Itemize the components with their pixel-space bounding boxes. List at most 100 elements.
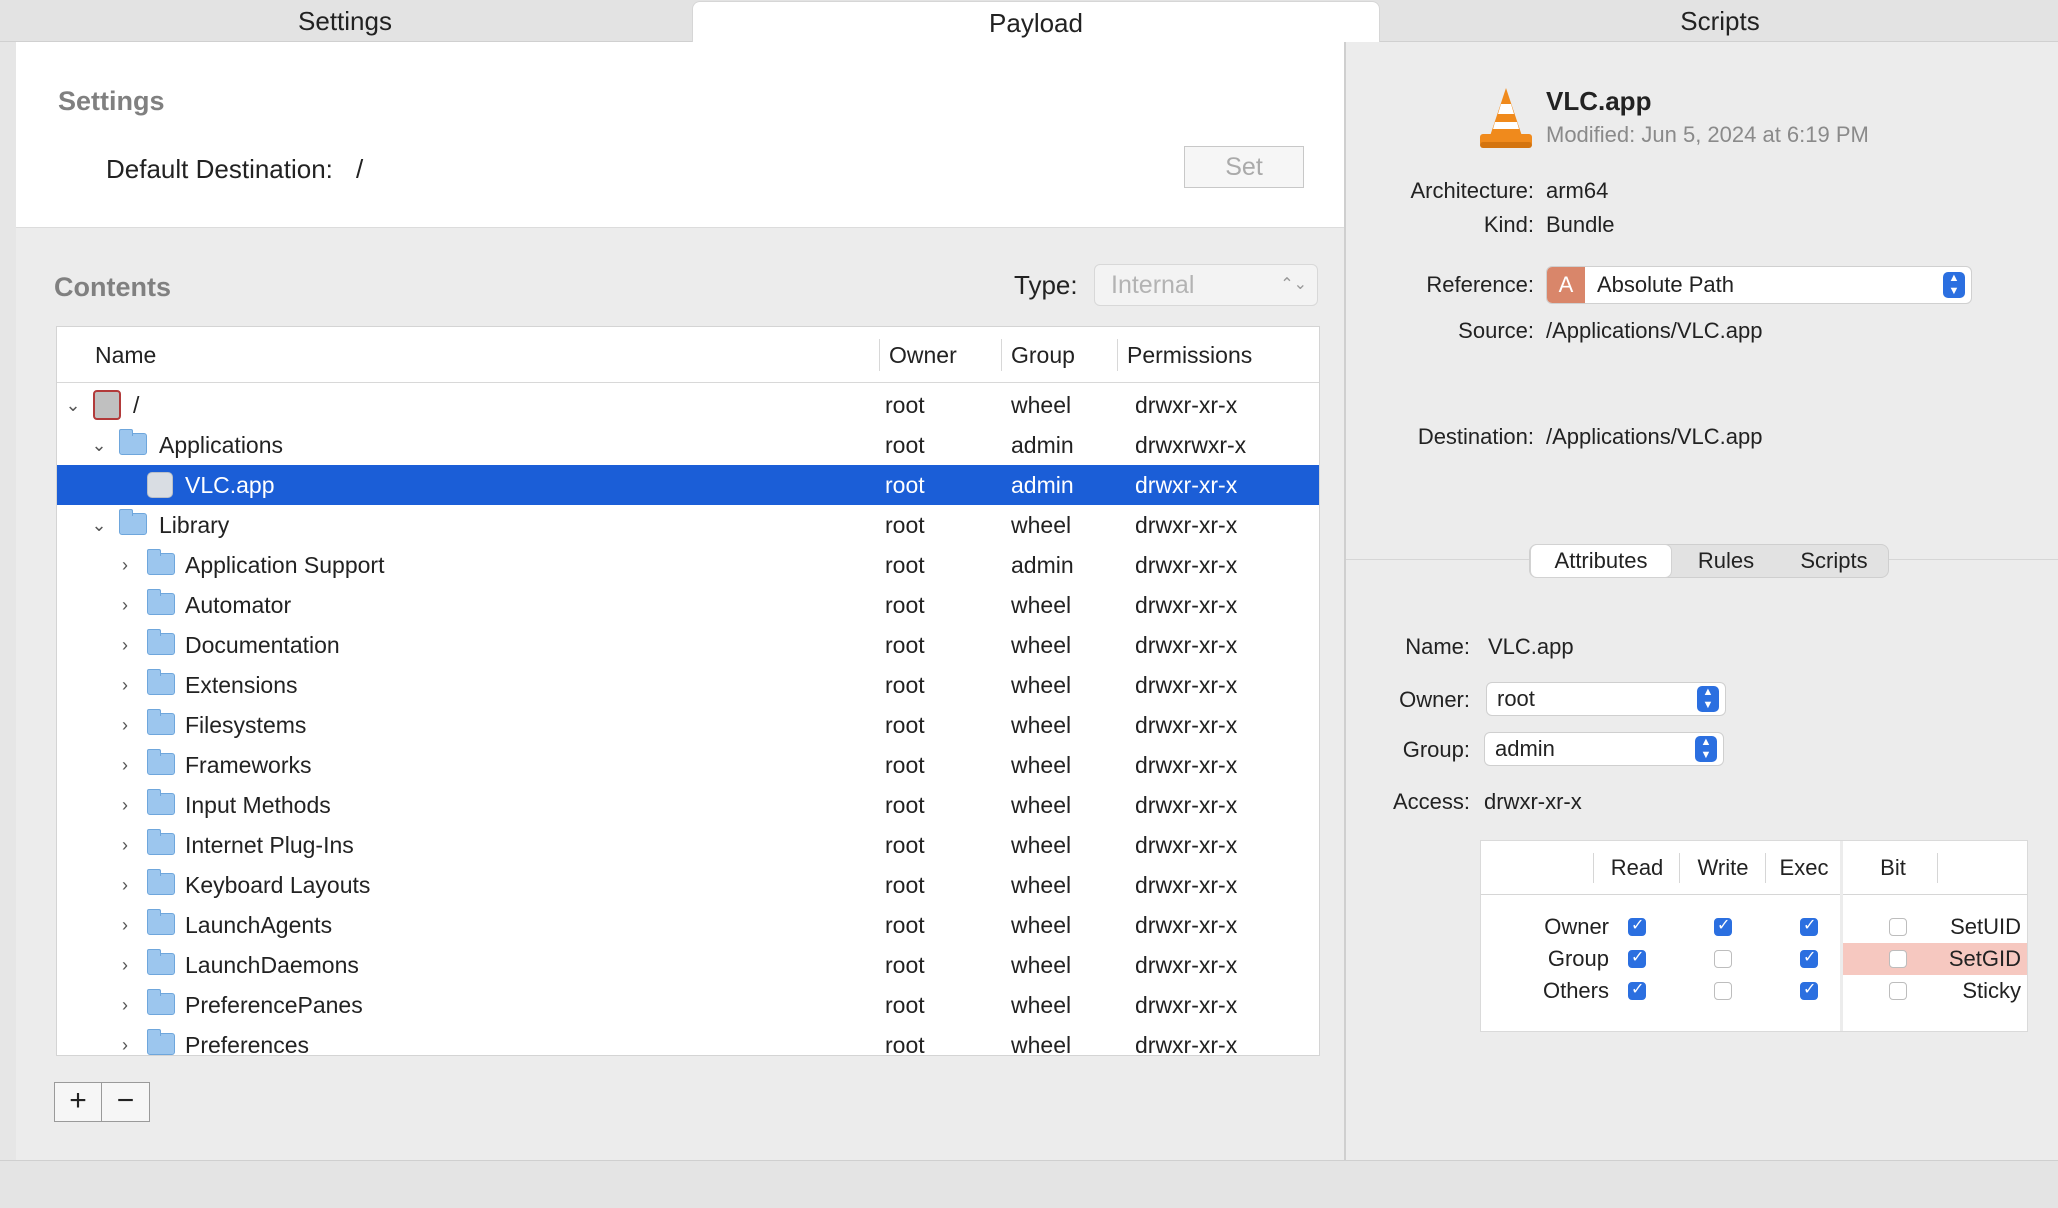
- vlc-cone-icon: [1480, 88, 1532, 148]
- table-row[interactable]: › Input Methods root wheel drwxr-xr-x: [57, 785, 1319, 825]
- folder-icon: [147, 829, 175, 855]
- remove-button[interactable]: −: [102, 1083, 149, 1121]
- row-owner: root: [885, 512, 925, 538]
- table-row[interactable]: ⌄ Library root wheel drwxr-xr-x: [57, 505, 1319, 545]
- sticky-label: Sticky: [1962, 978, 2021, 1003]
- default-destination-label: Default Destination:: [106, 154, 333, 184]
- chevron-right-icon[interactable]: ›: [115, 625, 135, 665]
- library-folder-icon: [119, 509, 147, 535]
- chevron-right-icon[interactable]: ›: [115, 945, 135, 985]
- owner-select-value: root: [1497, 686, 1535, 711]
- chevron-right-icon[interactable]: ›: [115, 545, 135, 585]
- others-read-checkbox[interactable]: [1628, 979, 1646, 1000]
- row-owner: root: [885, 392, 925, 418]
- chevron-right-icon[interactable]: ›: [115, 825, 135, 865]
- source-label: Source:: [1458, 318, 1534, 343]
- owner-exec-checkbox[interactable]: [1800, 915, 1818, 936]
- chevron-right-icon[interactable]: ›: [115, 905, 135, 945]
- chevron-updown-icon: ▲ ▼: [1943, 272, 1965, 298]
- attributes-segmented-control: Attributes Rules Scripts: [1529, 544, 1889, 578]
- setgid-checkbox[interactable]: [1889, 950, 1907, 968]
- table-row-selected[interactable]: VLC.app root admin drwxr-xr-x: [57, 465, 1319, 505]
- others-exec-checkbox[interactable]: [1800, 979, 1818, 1000]
- table-row[interactable]: › PreferencePanes root wheel drwxr-xr-x: [57, 985, 1319, 1025]
- chevron-down-icon[interactable]: ⌄: [89, 425, 109, 465]
- segment-scripts[interactable]: Scripts: [1780, 545, 1888, 577]
- others-write-checkbox[interactable]: [1714, 982, 1732, 1000]
- column-write: Write: [1697, 855, 1749, 880]
- row-name: Library: [159, 512, 230, 538]
- row-permissions: drwxr-xr-x: [1135, 632, 1238, 658]
- column-name[interactable]: Name: [95, 327, 156, 383]
- row-name: Application Support: [185, 552, 385, 578]
- group-select[interactable]: admin ▲ ▼: [1484, 732, 1724, 766]
- tab-scripts[interactable]: Scripts: [1382, 0, 2058, 42]
- row-permissions: drwxr-xr-x: [1135, 512, 1238, 538]
- chevron-right-icon[interactable]: ›: [115, 585, 135, 625]
- reference-select[interactable]: A Absolute Path ▲ ▼: [1546, 266, 1972, 304]
- default-destination-value[interactable]: /: [356, 154, 363, 185]
- row-permissions: drwxr-xr-x: [1135, 792, 1238, 818]
- setuid-checkbox[interactable]: [1889, 918, 1907, 936]
- row-group: admin: [1011, 472, 1074, 498]
- set-button[interactable]: Set: [1184, 146, 1304, 188]
- row-group: wheel: [1011, 632, 1072, 658]
- table-row[interactable]: › Internet Plug-Ins root wheel drwxr-xr-…: [57, 825, 1319, 865]
- column-owner[interactable]: Owner: [889, 327, 957, 383]
- table-row[interactable]: › Extensions root wheel drwxr-xr-x: [57, 665, 1319, 705]
- chevron-right-icon[interactable]: ›: [115, 665, 135, 705]
- segment-rules[interactable]: Rules: [1676, 545, 1776, 577]
- segment-attributes[interactable]: Attributes: [1530, 544, 1672, 578]
- chevron-down-icon[interactable]: ⌄: [63, 385, 83, 425]
- perm-row-owner: Owner SetUID: [1481, 911, 2027, 943]
- group-select-value: admin: [1495, 736, 1555, 761]
- row-permissions: drwxr-xr-x: [1135, 872, 1238, 898]
- folder-icon: [147, 629, 175, 655]
- row-name: Applications: [159, 432, 284, 458]
- add-button[interactable]: +: [55, 1083, 102, 1121]
- table-row[interactable]: › Filesystems root wheel drwxr-xr-x: [57, 705, 1319, 745]
- group-read-checkbox[interactable]: [1628, 947, 1646, 968]
- table-row[interactable]: ⌄ Applications root admin drwxrwxr-x: [57, 425, 1319, 465]
- row-permissions: drwxr-xr-x: [1135, 912, 1238, 938]
- perm-row-label: Owner: [1544, 914, 1609, 939]
- row-group: admin: [1011, 432, 1074, 458]
- chevron-down-icon[interactable]: ⌄: [89, 505, 109, 545]
- table-row[interactable]: › Frameworks root wheel drwxr-xr-x: [57, 745, 1319, 785]
- column-permissions[interactable]: Permissions: [1127, 327, 1252, 383]
- chevron-updown-icon: ▲ ▼: [1697, 686, 1719, 712]
- chevron-right-icon[interactable]: ›: [115, 1025, 135, 1055]
- tab-settings[interactable]: Settings: [0, 0, 690, 42]
- chevron-updown-icon: ⌃⌄: [1280, 276, 1307, 293]
- chevron-right-icon[interactable]: ›: [115, 745, 135, 785]
- destination-label: Destination:: [1417, 424, 1534, 449]
- group-exec-checkbox[interactable]: [1800, 947, 1818, 968]
- table-row[interactable]: › Documentation root wheel drwxr-xr-x: [57, 625, 1319, 665]
- kind-label: Kind:: [1483, 212, 1534, 237]
- chevron-right-icon[interactable]: ›: [115, 785, 135, 825]
- owner-read-checkbox[interactable]: [1628, 915, 1646, 936]
- owner-write-checkbox[interactable]: [1714, 915, 1732, 936]
- table-row[interactable]: › Preferences root wheel drwxr-xr-x: [57, 1025, 1319, 1056]
- table-row[interactable]: › LaunchDaemons root wheel drwxr-xr-x: [57, 945, 1319, 985]
- table-row[interactable]: ⌄ / root wheel drwxr-xr-x: [57, 385, 1319, 425]
- table-row[interactable]: › Application Support root admin drwxr-x…: [57, 545, 1319, 585]
- type-select[interactable]: Internal ⌃⌄: [1094, 264, 1318, 306]
- row-owner: root: [885, 912, 925, 938]
- payload-table[interactable]: Name Owner Group Permissions ⌄ / root wh…: [56, 326, 1320, 1056]
- row-group: wheel: [1011, 872, 1072, 898]
- column-group[interactable]: Group: [1011, 327, 1075, 383]
- owner-select[interactable]: root ▲ ▼: [1486, 682, 1726, 716]
- row-group: wheel: [1011, 592, 1072, 618]
- chevron-right-icon[interactable]: ›: [115, 705, 135, 745]
- type-value: Internal: [1111, 271, 1195, 299]
- sticky-checkbox[interactable]: [1889, 982, 1907, 1000]
- group-write-checkbox[interactable]: [1714, 950, 1732, 968]
- table-row[interactable]: › Keyboard Layouts root wheel drwxr-xr-x: [57, 865, 1319, 905]
- tab-payload[interactable]: Payload: [692, 1, 1380, 42]
- chevron-right-icon[interactable]: ›: [115, 985, 135, 1025]
- table-row[interactable]: › LaunchAgents root wheel drwxr-xr-x: [57, 905, 1319, 945]
- chevron-right-icon[interactable]: ›: [115, 865, 135, 905]
- table-row[interactable]: › Automator root wheel drwxr-xr-x: [57, 585, 1319, 625]
- row-permissions: drwxr-xr-x: [1135, 1032, 1238, 1056]
